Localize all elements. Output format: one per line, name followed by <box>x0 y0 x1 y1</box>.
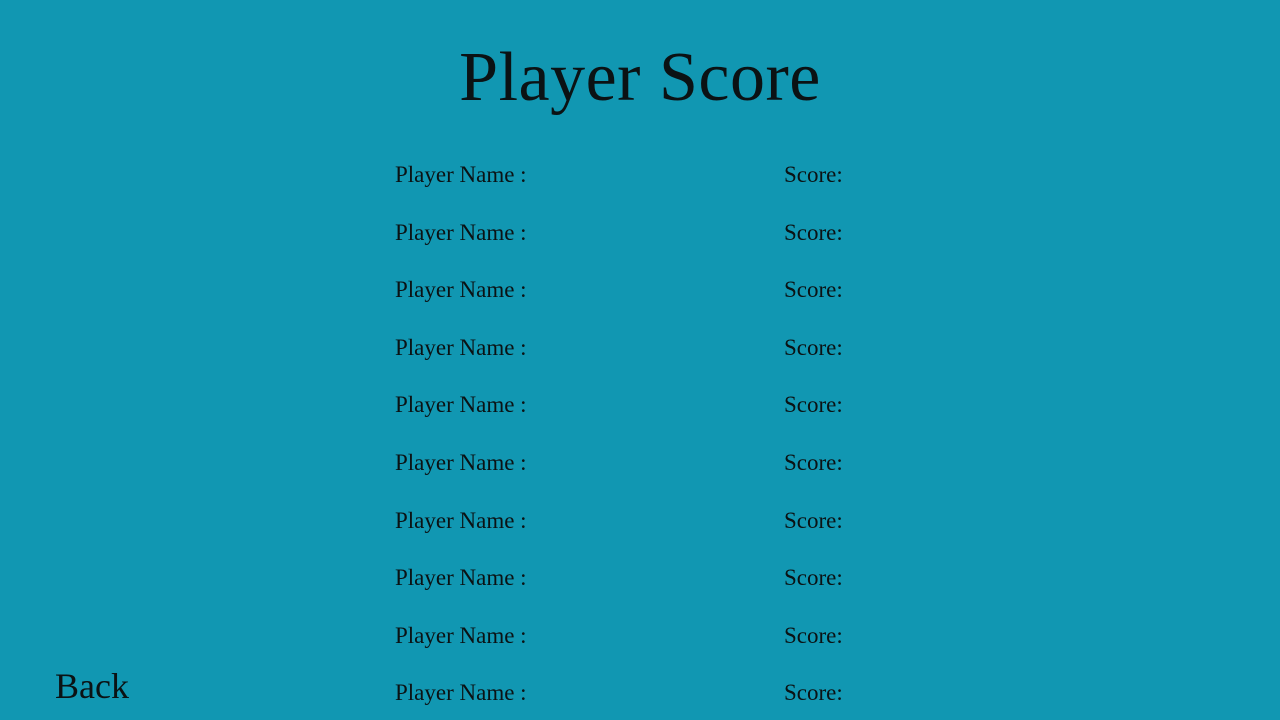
score-label: Score: <box>784 219 843 245</box>
page-title: Player Score <box>459 39 821 116</box>
player-name-label: Player Name : <box>395 162 527 187</box>
player-name-label: Player Name : <box>395 219 527 245</box>
score-row: Player Name : Score: <box>395 503 915 561</box>
player-name-label: Player Name : <box>395 565 527 591</box>
score-row: Player Name : Score: <box>395 387 915 445</box>
score-label: Score: <box>784 565 843 591</box>
player-name-label: Player Name : <box>395 622 527 648</box>
score-row: Player Name : Score: <box>395 445 915 503</box>
score-row: Player Name : Score: <box>395 330 915 388</box>
score-row: Player Name : Score: <box>395 215 915 273</box>
score-label: Score: <box>784 680 843 706</box>
score-row: Player Name : Score: <box>395 618 915 676</box>
score-label: Score: <box>784 277 843 303</box>
back-button[interactable]: Back <box>55 664 129 708</box>
player-name-label: Player Name : <box>395 507 527 533</box>
player-name-label: Player Name : <box>395 334 527 360</box>
score-label: Score: <box>784 507 843 533</box>
score-row: Player Name : Score: <box>395 675 915 720</box>
score-row: Player Name : Score: <box>395 272 915 330</box>
score-list: Player Name : Score: Player Name : Score… <box>395 157 915 720</box>
score-label: Score: <box>784 449 843 475</box>
score-row: Player Name : Score: <box>395 560 915 618</box>
player-name-label: Player Name : <box>395 277 527 303</box>
score-row: Player Name : Score: <box>395 157 915 215</box>
score-label: Score: <box>784 622 843 648</box>
player-name-label: Player Name : <box>395 449 527 475</box>
player-name-label: Player Name : <box>395 680 527 706</box>
score-label: Score: <box>784 334 843 360</box>
score-label: Score: <box>784 392 843 418</box>
player-name-label: Player Name : <box>395 392 527 418</box>
score-label: Score: <box>784 162 843 187</box>
